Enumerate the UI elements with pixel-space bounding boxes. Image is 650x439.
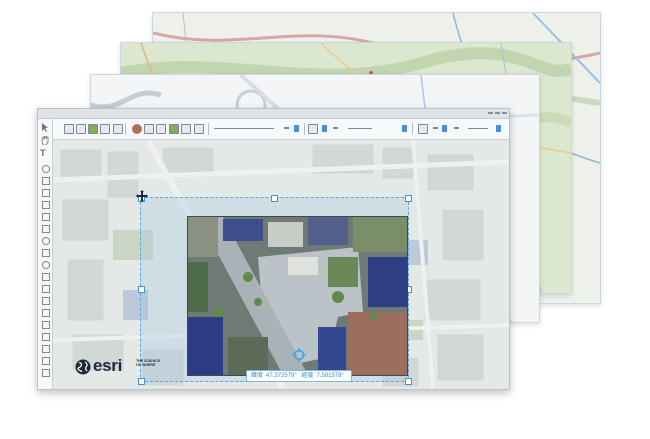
- arrow-tool-icon[interactable]: [42, 273, 50, 281]
- minimize-icon[interactable]: [488, 112, 493, 114]
- fill-option[interactable]: [454, 127, 459, 129]
- fill-color-box[interactable]: [442, 125, 447, 132]
- rectangle-tool-icon[interactable]: [42, 225, 50, 233]
- main-toolbar: [52, 119, 509, 140]
- measure-icon[interactable]: [418, 124, 428, 134]
- left-tool-palette: T: [38, 119, 53, 389]
- text-icon[interactable]: T: [40, 149, 46, 158]
- resize-handle-top[interactable]: [271, 195, 278, 202]
- measure-option[interactable]: [433, 127, 438, 129]
- move-icon[interactable]: [136, 190, 148, 202]
- logo-wordmark: esri: [93, 356, 123, 375]
- circle-tool-icon[interactable]: [42, 237, 50, 245]
- point-tool-icon[interactable]: [42, 165, 50, 173]
- ellipse-tool-icon[interactable]: [42, 261, 50, 269]
- pen-tool-icon[interactable]: [113, 124, 123, 134]
- search-tool-icon[interactable]: [156, 124, 166, 134]
- basemap-icon[interactable]: [88, 124, 98, 134]
- coordinate-readout: 緯度 47.372579° 經度 7.581578°: [246, 370, 352, 382]
- image-icon[interactable]: [169, 124, 179, 134]
- polyline-tool-icon[interactable]: [42, 189, 50, 197]
- crosshair-icon: [292, 348, 306, 362]
- resize-handle-bottom-right[interactable]: [405, 378, 412, 385]
- line-tool-icon[interactable]: [42, 177, 50, 185]
- north-arrow-tool-icon[interactable]: [42, 357, 50, 365]
- curve-tool-icon[interactable]: [42, 201, 50, 209]
- grid-icon[interactable]: [76, 124, 86, 134]
- latitude-value: 47.372579°: [266, 373, 297, 379]
- triangle-tool-icon[interactable]: [42, 285, 50, 293]
- layer-icon[interactable]: [100, 124, 110, 134]
- color-swatch[interactable]: [294, 125, 299, 132]
- polygon-tool-icon[interactable]: [42, 249, 50, 257]
- size-option[interactable]: [333, 127, 338, 129]
- zoom-value-box[interactable]: [322, 125, 327, 132]
- line-style-select[interactable]: [348, 128, 372, 129]
- longitude-value: 7.581578°: [316, 373, 344, 379]
- width-value-box[interactable]: [496, 125, 501, 132]
- line-color-box[interactable]: [402, 125, 407, 132]
- opacity-slider[interactable]: [214, 128, 274, 129]
- maximize-icon[interactable]: [495, 112, 500, 114]
- hand-pan-icon[interactable]: [41, 136, 49, 145]
- close-icon[interactable]: [502, 112, 507, 114]
- logo-tagline: THE SCIENCE OF WHERE: [136, 359, 161, 368]
- map-canvas[interactable]: 緯度 47.372579° 經度 7.581578°: [53, 140, 509, 389]
- layers-icon[interactable]: [181, 124, 191, 134]
- image-tool-icon[interactable]: [42, 321, 50, 329]
- callout-tool-icon[interactable]: [42, 309, 50, 317]
- edit-icon[interactable]: [194, 124, 204, 134]
- freehand-tool-icon[interactable]: [42, 213, 50, 221]
- legend-tool-icon[interactable]: [42, 333, 50, 341]
- latitude-label: 緯度: [251, 373, 264, 379]
- star-tool-icon[interactable]: [42, 297, 50, 305]
- scale-tool-icon[interactable]: [42, 345, 50, 353]
- resize-handle-left[interactable]: [138, 286, 145, 293]
- stroke-option[interactable]: [284, 127, 289, 129]
- map-editor-window: T 緯度 47.372579° 經度 7.581578°: [37, 108, 510, 390]
- resize-handle-bottom-left[interactable]: [138, 378, 145, 385]
- globe-icon: [75, 359, 91, 375]
- pin-icon[interactable]: [132, 124, 142, 134]
- title-bar: [38, 109, 509, 119]
- grid-tool-icon[interactable]: [42, 369, 50, 377]
- zoom-icon[interactable]: [308, 124, 318, 134]
- cancel-icon[interactable]: [64, 124, 74, 134]
- brush-icon[interactable]: [144, 124, 154, 134]
- longitude-label: 經度: [301, 373, 314, 379]
- select-arrow-icon[interactable]: [41, 123, 49, 132]
- resize-handle-top-right[interactable]: [405, 195, 412, 202]
- width-slider[interactable]: [468, 128, 488, 129]
